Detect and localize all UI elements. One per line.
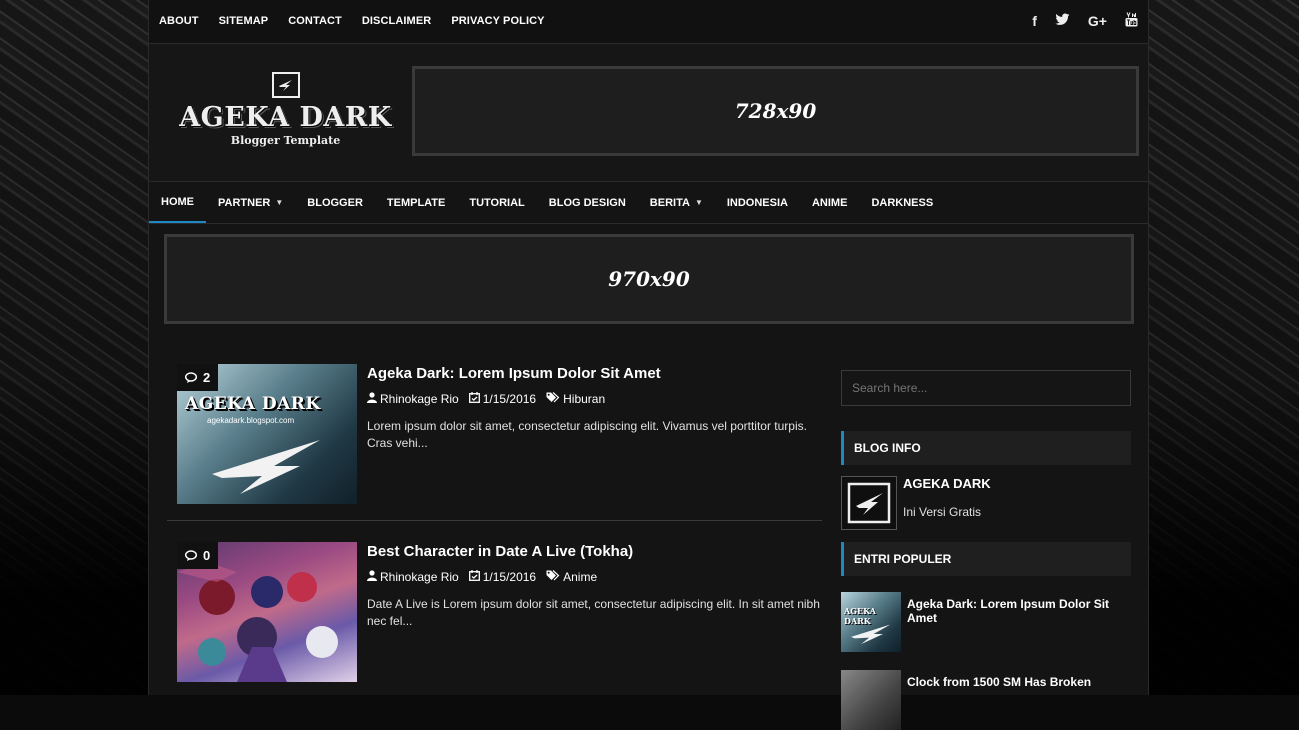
facebook-icon[interactable]: f [1032,13,1037,29]
calendar-icon [468,570,480,584]
chevron-down-icon: ▼ [694,198,703,207]
post-label[interactable]: Hiburan [563,392,605,406]
nav-item-template[interactable]: TEMPLATE [375,182,457,223]
user-icon [367,570,377,584]
blog-info-title: AGEKA DARK [903,476,991,491]
nav-label: PARTNER [218,196,271,209]
page-container: ABOUT SITEMAP CONTACT DISCLAIMER PRIVACY… [148,0,1149,730]
nav-label: TEMPLATE [386,196,446,209]
popular-post-thumbnail[interactable]: AGEKA DARK [841,592,901,652]
nav-label: BERITA [649,196,690,209]
popular-posts-heading: ENTRI POPULER [841,542,1131,576]
nav-label: DARKNESS [871,196,934,209]
popular-post-thumbnail[interactable] [841,670,901,730]
twitter-icon[interactable] [1055,13,1070,29]
post-meta: Rhinokage Rio 1/15/2016 Anime [367,570,827,584]
banner-ad-slot[interactable]: 970x90 [164,234,1134,324]
popular-post-title[interactable]: Ageka Dark: Lorem Ipsum Dolor Sit Amet [907,597,1137,625]
nav-item-partner[interactable]: PARTNER ▼ [206,182,295,223]
top-nav-sitemap[interactable]: SITEMAP [209,15,279,27]
header-ad-slot[interactable]: 728x90 [412,66,1139,156]
logo-mark-icon [271,72,300,98]
top-nav-privacy-policy[interactable]: PRIVACY POLICY [441,15,554,27]
site-header: AGEKA DARK Blogger Template 728x90 [149,44,1148,182]
header-ad-label: 728x90 [734,99,817,123]
logo-mark-icon [851,624,891,645]
nav-item-home[interactable]: HOME [149,182,206,223]
nav-label: BLOGGER [307,196,363,209]
nav-item-tutorial[interactable]: TUTORIAL [457,182,536,223]
comment-count: 0 [203,548,211,563]
post-title[interactable]: Ageka Dark: Lorem Ipsum Dolor Sit Amet [367,364,827,384]
post-body: Best Character in Date A Live (Tokha) Rh… [367,542,827,630]
google-plus-icon[interactable]: G+ [1088,13,1107,29]
post-date: 1/15/2016 [482,392,537,406]
top-nav-about[interactable]: ABOUT [159,15,209,27]
nav-item-berita[interactable]: BERITA ▼ [638,182,715,223]
banner-ad-label: 970x90 [608,267,690,291]
top-nav: ABOUT SITEMAP CONTACT DISCLAIMER PRIVACY… [159,0,555,42]
post-snippet: Lorem ipsum dolor sit amet, consectetur … [367,419,807,450]
nav-label: ANIME [811,196,848,209]
top-nav-contact[interactable]: CONTACT [278,15,352,27]
post-author[interactable]: Rhinokage Rio [380,392,459,406]
post-divider [167,520,822,521]
search-input[interactable] [841,370,1131,406]
nav-item-anime[interactable]: ANIME [800,182,859,223]
post-meta: Rhinokage Rio 1/15/2016 Hiburan [367,392,827,406]
nav-item-darkness[interactable]: DARKNESS [859,182,945,223]
top-bar: ABOUT SITEMAP CONTACT DISCLAIMER PRIVACY… [149,0,1148,44]
post-item: AGEKA DARK agekadark.blogspot.com 2 Agek… [177,364,827,504]
logo-title: AGEKA DARK [179,102,392,133]
blog-info-logo[interactable] [841,476,897,530]
post-item: 0 Best Character in Date A Live (Tokha) … [177,542,827,682]
post-snippet: Date A Live is Lorem ipsum dolor sit ame… [367,597,820,628]
comments-icon [185,549,198,561]
site-logo[interactable]: AGEKA DARK Blogger Template [173,72,398,148]
nav-item-blogger[interactable]: BLOGGER [295,182,375,223]
blog-info-heading: BLOG INFO [841,431,1131,465]
comment-count-badge[interactable]: 2 [177,364,219,391]
popular-post-title[interactable]: Clock from 1500 SM Has Broken [907,675,1137,689]
comments-icon [185,371,198,383]
thumbnail-logo-text: AGEKA DARK [185,394,321,414]
main-nav: HOME PARTNER ▼ BLOGGER TEMPLATE TUTORIAL … [149,182,1148,224]
tags-icon [546,570,560,584]
post-label[interactable]: Anime [563,570,597,584]
nav-label: INDONESIA [726,196,788,209]
social-links: f G+ [1032,0,1138,42]
post-date: 1/15/2016 [482,570,537,584]
blog-info-desc: Ini Versi Gratis [903,505,982,519]
logo-subtitle: Blogger Template [230,134,341,147]
comment-count: 2 [203,370,211,385]
nav-label: HOME [161,195,194,208]
user-icon [367,392,377,406]
post-thumbnail[interactable]: AGEKA DARK agekadark.blogspot.com 2 [177,364,357,504]
post-author[interactable]: Rhinokage Rio [380,570,459,584]
post-thumbnail[interactable]: 0 [177,542,357,682]
top-nav-disclaimer[interactable]: DISCLAIMER [352,15,441,27]
thumbnail-url-text: agekadark.blogspot.com [207,416,295,425]
calendar-icon [468,392,480,406]
comment-count-badge[interactable]: 0 [177,542,219,569]
nav-item-blog-design[interactable]: BLOG DESIGN [537,182,638,223]
nav-label: TUTORIAL [469,196,525,209]
logo-mark-icon [212,440,320,494]
chevron-down-icon: ▼ [275,198,284,207]
nav-label: BLOG DESIGN [548,196,626,209]
nav-item-indonesia[interactable]: INDONESIA [715,182,800,223]
post-body: Ageka Dark: Lorem Ipsum Dolor Sit Amet R… [367,364,827,452]
youtube-icon[interactable] [1125,12,1138,30]
tags-icon [546,392,560,406]
logo-mark-icon [847,482,891,524]
post-title[interactable]: Best Character in Date A Live (Tokha) [367,542,827,562]
